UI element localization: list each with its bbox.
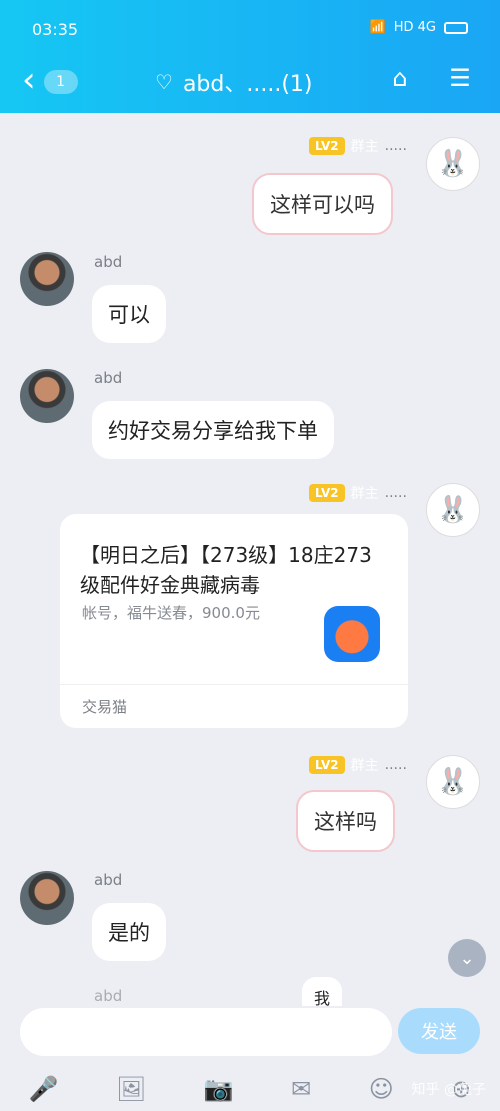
status-indicators: 📶 HD 4G (370, 20, 468, 35)
image-icon[interactable]: 🖼 (116, 1075, 146, 1103)
owner-name: ..... (384, 138, 407, 154)
user-avatar[interactable] (20, 369, 74, 423)
wifi-icon: 📶 (369, 20, 386, 35)
message-bubble[interactable]: 这样可以吗 (252, 173, 393, 235)
chevron-left-icon: ‹ (22, 60, 36, 100)
level-badge: LV2 (309, 484, 345, 502)
ear-icon: ♡ (155, 70, 173, 94)
compose-bar: 发送 (0, 1006, 500, 1066)
header-actions: ⌂ ☰ (384, 62, 476, 94)
message-bubble[interactable]: 我 (302, 977, 343, 1006)
red-packet-icon[interactable]: ✉ (291, 1075, 311, 1103)
owner-tag: LV2 群主 ..... (309, 136, 407, 156)
status-time: 03:35 (32, 20, 79, 39)
message-bubble[interactable]: 可以 (92, 285, 166, 343)
send-button[interactable]: 发送 (398, 1008, 480, 1054)
share-card[interactable]: 【明日之后】【273级】18庄273级配件好金典藏病毒 帐号，福牛送春，900.… (60, 514, 408, 728)
message-bubble[interactable]: 是的 (92, 903, 166, 961)
app-logo-icon (324, 606, 380, 662)
owner-label: 群主 (350, 486, 379, 502)
hamburger-icon[interactable]: ☰ (444, 62, 476, 94)
owner-label: 群主 (350, 139, 379, 155)
microphone-icon[interactable]: 🎤 (29, 1075, 59, 1103)
chat-title-text: abd、.....(1) (182, 72, 313, 97)
battery-icon (444, 21, 468, 34)
owner-tag: LV2 群主 ..... (309, 755, 407, 775)
owner-tag: LV2 群主 ..... (309, 483, 407, 503)
card-title: 【明日之后】【273级】18庄273级配件好金典藏病毒 (80, 543, 372, 597)
owner-name: ..... (384, 485, 407, 501)
back-button[interactable]: ‹ 1 (22, 60, 78, 100)
owner-avatar[interactable]: 🐰 (426, 137, 480, 191)
message-list[interactable]: LV2 群主 ..... 🐰 这样可以吗 abd 可以 abd 约好交易分享给我… (0, 113, 500, 1006)
level-badge: LV2 (309, 137, 345, 155)
sender-name: abd (94, 871, 123, 889)
message-bubble[interactable]: 约好交易分享给我下单 (92, 401, 334, 459)
owner-name: ..... (384, 757, 407, 773)
network-label: HD 4G (393, 20, 436, 35)
top-bar: 03:35 📶 HD 4G ‹ 1 ♡ abd、.....(1) ⌂ ☰ (0, 0, 500, 113)
sender-name: abd (94, 253, 123, 271)
chat-title[interactable]: ♡ abd、.....(1) (155, 66, 312, 98)
sender-name: abd (94, 987, 123, 1005)
level-badge: LV2 (309, 756, 345, 774)
message-input[interactable] (20, 1008, 392, 1056)
user-avatar[interactable] (20, 871, 74, 925)
owner-avatar[interactable]: 🐰 (426, 483, 480, 537)
tag-icon[interactable]: ⌂ (384, 62, 416, 94)
chevron-down-icon[interactable]: ⌄ (448, 939, 486, 977)
card-source: 交易猫 (60, 684, 408, 728)
card-subtitle: 帐号，福牛送春，900.0元 (82, 604, 260, 622)
owner-label: 群主 (350, 758, 379, 774)
camera-icon[interactable]: 📷 (204, 1075, 234, 1103)
message-bubble[interactable]: 这样吗 (296, 790, 395, 852)
watermark-text: 知乎 @兔子 (411, 1082, 486, 1098)
emoji-icon[interactable]: ☺ (369, 1075, 394, 1103)
sender-name: abd (94, 369, 123, 387)
user-avatar[interactable] (20, 252, 74, 306)
unread-badge: 1 (43, 69, 78, 94)
owner-avatar[interactable]: 🐰 (426, 755, 480, 809)
